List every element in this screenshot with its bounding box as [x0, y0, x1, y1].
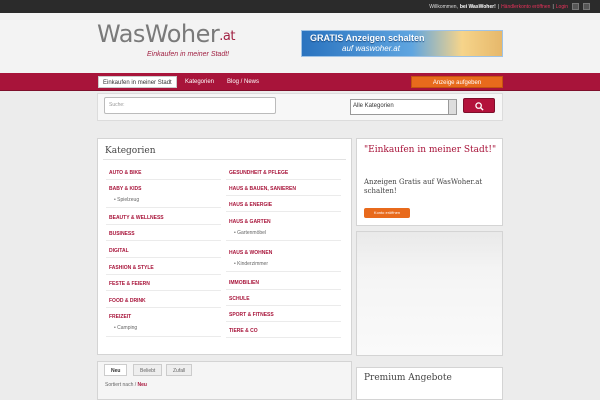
subcategory-spielzeug[interactable]: • Spielzeug	[114, 197, 139, 203]
divider	[103, 159, 346, 160]
category-select-value: Alle Kategorien	[353, 103, 394, 109]
category-immobilien[interactable]: IMMOBILIEN	[229, 280, 259, 286]
sort-indicator: Sortiert nach / Neu	[105, 382, 147, 388]
promo-text: Anzeigen Gratis auf WasWoher.at schalten…	[364, 178, 483, 195]
nav-einkaufen[interactable]: Einkaufen in meiner Stadt	[98, 76, 177, 88]
site-logo[interactable]: WasWoher.at	[97, 20, 235, 48]
premium-panel: Premium Angebote	[356, 367, 503, 400]
subcategory-gartenmoebel[interactable]: • Gartenmöbel	[234, 230, 266, 236]
welcome-text: Willkommen,	[429, 3, 458, 10]
banner-subtitle: auf waswoher.at	[342, 44, 400, 53]
category-tiere-co[interactable]: TIERE & CO	[229, 328, 258, 334]
category-beauty-wellness[interactable]: BEAUTY & WELLNESS	[109, 215, 164, 221]
top-bar: Willkommen, bei WasWoher! | Händlerkonto…	[0, 0, 600, 13]
divider	[226, 271, 341, 272]
open-account-link[interactable]: Händlerkonto eröffnen	[501, 4, 550, 10]
divider	[226, 321, 341, 322]
divider	[106, 224, 221, 225]
nav-kategorien[interactable]: Kategorien	[181, 76, 218, 88]
divider	[106, 290, 221, 291]
login-link[interactable]: Login	[556, 4, 568, 10]
tab-beliebt[interactable]: Beliebt	[133, 364, 163, 376]
rss-icon[interactable]	[572, 3, 579, 10]
subcategory-label: Camping	[117, 325, 138, 331]
search-icon	[474, 102, 484, 111]
subcategory-label: Gartenmöbel	[237, 230, 267, 236]
post-ad-button[interactable]: Anzeige aufgeben	[411, 76, 503, 88]
facebook-icon[interactable]	[583, 3, 590, 10]
category-gesundheit-pflege[interactable]: GESUNDHEIT & PFLEGE	[229, 170, 288, 176]
logo-main: WasWoher	[97, 20, 220, 48]
category-auto-bike[interactable]: AUTO & BIKE	[109, 170, 141, 176]
divider	[106, 240, 221, 241]
category-digital[interactable]: DIGITAL	[109, 248, 129, 254]
divider	[106, 336, 221, 337]
category-haus-energie[interactable]: HAUS & ENERGIE	[229, 202, 272, 208]
separator: |	[497, 3, 500, 10]
search-input[interactable]: Suche:	[104, 97, 276, 114]
category-select[interactable]: Alle Kategorien	[350, 99, 457, 115]
category-haus-bauen[interactable]: HAUS & BAUEN, SANIEREN	[229, 186, 296, 192]
divider	[106, 257, 221, 258]
promo-title: "Einkaufen in meiner Stadt!"	[364, 145, 497, 155]
divider	[106, 179, 221, 180]
tab-zufall[interactable]: Zufall	[166, 364, 193, 376]
category-fashion-style[interactable]: FASHION & STYLE	[109, 265, 154, 271]
nav-blog[interactable]: Blog / News	[223, 76, 263, 88]
category-freizeit[interactable]: FREIZEIT	[109, 314, 131, 320]
divider	[226, 240, 341, 241]
subcategory-kinderzimmer[interactable]: • Kinderzimmer	[234, 261, 268, 267]
welcome-site: bei WasWoher!	[459, 3, 496, 10]
header	[0, 13, 600, 73]
subcategory-label: Spielzeug	[117, 197, 140, 203]
divider	[106, 274, 221, 275]
premium-title: Premium Angebote	[364, 373, 452, 383]
category-schule[interactable]: SCHULE	[229, 296, 250, 302]
listings-panel: Neu Beliebt Zufall Sortiert nach / Neu	[97, 361, 352, 400]
divider	[106, 207, 221, 208]
subcategory-camping[interactable]: • Camping	[114, 325, 137, 331]
promo-banner[interactable]: GRATIS Anzeigen schalten auf waswoher.at	[301, 30, 503, 57]
category-haus-garten[interactable]: HAUS & GARTEN	[229, 219, 271, 225]
banner-title: GRATIS Anzeigen schalten	[310, 33, 425, 43]
sort-label: Sortiert nach /	[105, 382, 137, 388]
tab-neu[interactable]: Neu	[104, 364, 128, 376]
divider	[106, 307, 221, 308]
divider	[226, 211, 341, 212]
categories-title: Kategorien	[105, 146, 156, 156]
category-baby-kids[interactable]: BABY & KIDS	[109, 186, 141, 192]
divider	[226, 337, 341, 338]
categories-panel: Kategorien AUTO & BIKE BABY & KIDS • Spi…	[97, 138, 352, 355]
category-sport-fitness[interactable]: SPORT & FITNESS	[229, 312, 274, 318]
ad-placeholder	[356, 231, 503, 356]
category-feste-feiern[interactable]: FESTE & FEIERN	[109, 281, 150, 287]
subcategory-label: Kinderzimmer	[237, 261, 268, 267]
divider	[226, 195, 341, 196]
promo-panel: "Einkaufen in meiner Stadt!" Anzeigen Gr…	[356, 138, 503, 226]
divider	[226, 289, 341, 290]
divider	[226, 179, 341, 180]
category-food-drink[interactable]: FOOD & DRINK	[109, 298, 146, 304]
separator: |	[552, 3, 554, 10]
logo-ext: .at	[219, 29, 235, 44]
chevron-down-icon	[448, 100, 456, 114]
category-business[interactable]: BUSINESS	[109, 231, 135, 237]
sort-value[interactable]: Neu	[138, 382, 147, 388]
search-button[interactable]	[463, 98, 495, 113]
category-haus-wohnen[interactable]: HAUS & WOHNEN	[229, 250, 272, 256]
open-account-button[interactable]: Konto eröffnen	[364, 208, 410, 218]
tagline: Einkaufen in meiner Stadt!	[147, 51, 230, 58]
main-nav: Einkaufen in meiner Stadt Kategorien Blo…	[0, 73, 600, 91]
divider	[226, 305, 341, 306]
